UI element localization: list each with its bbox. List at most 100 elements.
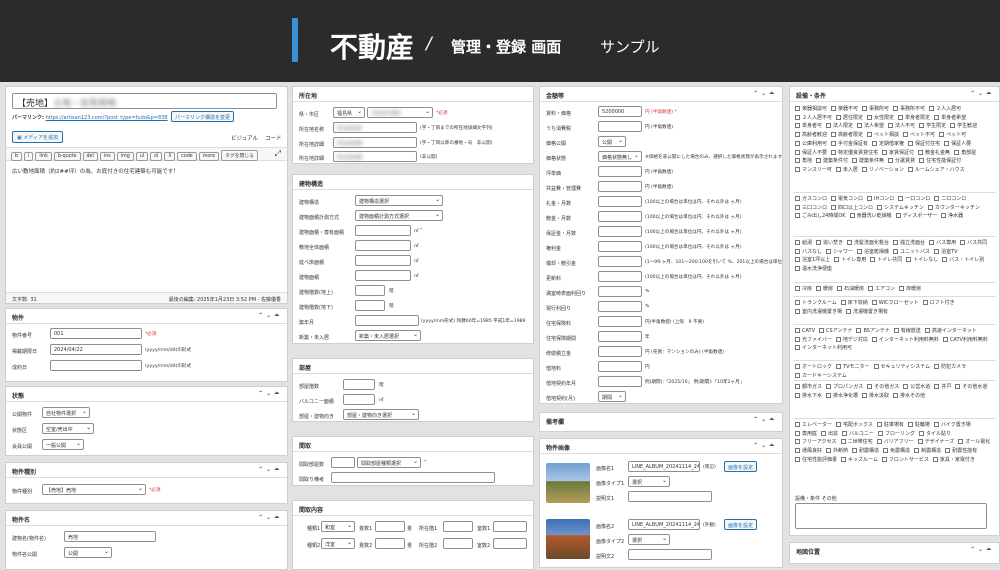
madori-floor1-input[interactable] (443, 521, 473, 532)
checkbox-icon[interactable] (942, 257, 948, 263)
checkbox-icon[interactable] (883, 448, 889, 454)
checkbox-icon[interactable] (867, 114, 873, 120)
facility-checkbox[interactable]: 手付金保証有 (831, 140, 868, 149)
measure-select[interactable]: 建物面積計測方式選択 (355, 210, 443, 221)
checkbox-icon[interactable] (876, 439, 882, 445)
facility-checkbox[interactable]: 洗濯機置き場有 (846, 308, 888, 317)
fee-input[interactable] (598, 256, 642, 267)
facility-checkbox[interactable]: 居住限定 (836, 114, 863, 123)
property-image-1[interactable] (546, 463, 590, 503)
checkbox-icon[interactable] (795, 372, 800, 378)
post-body[interactable]: 広い敷地面積（約2##坪）の為、お庭付きの住宅建築も可能です！ (12, 167, 179, 175)
checkbox-icon[interactable] (919, 158, 925, 164)
floor-area-input[interactable] (355, 255, 411, 266)
checkbox-icon[interactable] (835, 166, 841, 172)
facility-checkbox[interactable]: その他ガス (867, 383, 899, 392)
checkbox-icon[interactable] (893, 240, 899, 245)
facility-checkbox[interactable]: 女性限定 (867, 114, 894, 123)
fee-input[interactable] (598, 181, 642, 192)
bukken-no-input[interactable]: 001 (50, 328, 142, 339)
facility-checkbox[interactable]: ペット相談 (867, 131, 899, 140)
floors-up-input[interactable] (355, 285, 385, 296)
checkbox-icon[interactable] (836, 364, 842, 369)
floors-down-input[interactable] (355, 300, 385, 311)
checkbox-icon[interactable] (841, 456, 847, 462)
checkbox-icon[interactable] (795, 439, 800, 445)
madori-floor2-input[interactable] (443, 538, 473, 549)
facility-checkbox[interactable]: シャワー (826, 248, 853, 257)
facility-checkbox[interactable]: 単身者可 (795, 122, 822, 131)
facility-checkbox[interactable]: 排水下水 (795, 392, 822, 401)
fee-select[interactable]: 期間 (598, 391, 626, 402)
checkbox-icon[interactable] (795, 345, 800, 351)
facility-checkbox[interactable]: トランクルーム (795, 299, 837, 308)
facility-checkbox[interactable]: 床下収納 (840, 299, 868, 308)
checkbox-icon[interactable] (876, 422, 882, 427)
checkbox-icon[interactable] (795, 132, 800, 138)
facility-checkbox[interactable]: 浴室1坪以上 (795, 256, 830, 265)
facility-checkbox[interactable]: 制震構造 (914, 447, 941, 456)
checkbox-icon[interactable] (842, 430, 848, 436)
facility-checkbox[interactable]: 学生限定 (919, 122, 946, 131)
facility-checkbox[interactable]: BSアンテナ (856, 327, 890, 336)
qt-del[interactable]: del (82, 152, 98, 161)
facility-checkbox[interactable]: 浴室TV (934, 248, 958, 257)
qt-ins[interactable]: ins (99, 152, 115, 161)
qt-ul[interactable]: ul (135, 152, 149, 161)
name-public-select[interactable]: 公開 (64, 547, 112, 558)
checkbox-icon[interactable] (933, 422, 939, 427)
facility-checkbox[interactable]: システムキッチン (877, 204, 924, 213)
checkbox-icon[interactable] (918, 149, 924, 155)
facility-checkbox[interactable]: 高齢者限定 (831, 131, 863, 140)
checkbox-icon[interactable] (795, 286, 800, 291)
checkbox-icon[interactable] (831, 106, 837, 111)
checkbox-icon[interactable] (857, 248, 863, 254)
checkbox-icon[interactable] (831, 140, 837, 146)
checkbox-icon[interactable] (856, 328, 862, 333)
facility-checkbox[interactable]: オール電化 (958, 438, 990, 447)
facility-checkbox[interactable]: 学生歓迎 (950, 122, 977, 131)
checkbox-icon[interactable] (795, 266, 800, 272)
facility-checkbox[interactable]: 未入居 (835, 166, 858, 175)
facility-checkbox[interactable]: 温水洗浄便座 (795, 265, 832, 274)
facility-checkbox[interactable]: キッズルーム (841, 456, 878, 465)
contract-date-input[interactable] (50, 360, 142, 371)
facility-checkbox[interactable]: CATV利用料無料 (942, 336, 988, 345)
checkbox-icon[interactable] (939, 132, 945, 138)
panel-controls-icon[interactable]: ⌃⌄⏶ (753, 416, 777, 424)
checkbox-icon[interactable] (922, 300, 928, 305)
permalink-link[interactable]: https://artisan123.com/?post_type=fudo&p… (46, 115, 168, 121)
post-title-input[interactable]: 【売地】土地・住宅用地 (12, 93, 277, 109)
city-select[interactable]: 市区町村選択 (367, 107, 433, 118)
facility-checkbox[interactable]: 角部屋 (954, 149, 976, 158)
checkbox-icon[interactable] (945, 448, 951, 454)
facility-checkbox[interactable]: ごみ出し24時間OK (795, 212, 846, 221)
facility-checkbox[interactable]: 分譲賃貸 (888, 157, 915, 166)
checkbox-icon[interactable] (868, 286, 874, 291)
checkbox-icon[interactable] (826, 392, 832, 398)
facility-checkbox[interactable]: 法人限定 (826, 122, 853, 131)
facility-checkbox[interactable]: セキュリティシステム (873, 363, 930, 372)
checkbox-icon[interactable] (888, 158, 894, 164)
checkbox-icon[interactable] (795, 240, 800, 245)
img2-desc-input[interactable] (628, 549, 712, 560)
facility-checkbox[interactable]: 石油暖房 (837, 285, 864, 294)
addr-detail2-input[interactable]: 所在地詳細 (333, 151, 417, 162)
checkbox-icon[interactable] (882, 149, 888, 155)
fee-input[interactable] (598, 361, 642, 372)
facility-checkbox[interactable]: 保証付住宅 (908, 140, 940, 149)
facility-checkbox[interactable]: 事務所不可 (893, 105, 925, 114)
facility-checkbox[interactable]: 角地 (795, 157, 812, 166)
checkbox-icon[interactable] (898, 196, 904, 201)
fee-select[interactable]: 価格状態無し (598, 151, 642, 162)
facility-checkbox[interactable]: 建築条件付 (816, 157, 848, 166)
facility-checkbox[interactable]: ペット不可 (903, 131, 935, 140)
fee-input[interactable] (598, 331, 642, 342)
checkbox-icon[interactable] (795, 166, 800, 172)
checkbox-icon[interactable] (955, 384, 961, 389)
prefecture-select[interactable]: 福島県 (333, 107, 365, 118)
qt-img[interactable]: img (116, 152, 134, 161)
checkbox-icon[interactable] (795, 300, 800, 305)
fee-input[interactable] (598, 376, 642, 387)
checkbox-icon[interactable] (826, 448, 832, 454)
